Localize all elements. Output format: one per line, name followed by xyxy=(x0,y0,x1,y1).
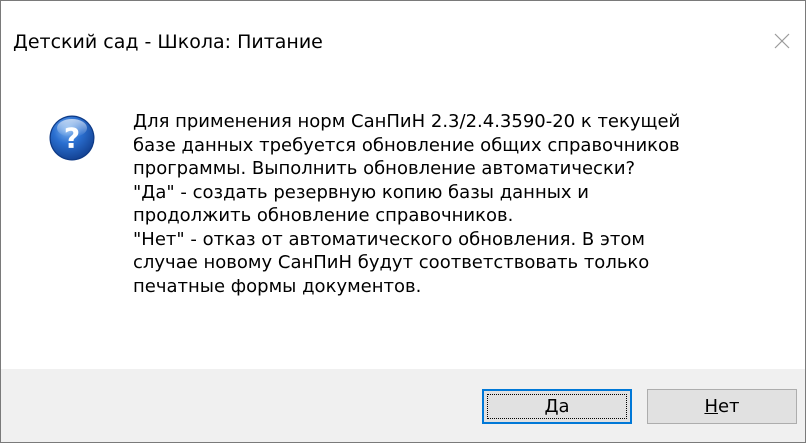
message-line: случае новому СанПиН будут соответствова… xyxy=(133,252,650,273)
yes-label-rest: а xyxy=(558,396,570,417)
dialog-content: ? Для применения норм СанПиН 2.3/2.4.359… xyxy=(1,83,805,369)
message-text: Для применения норм СанПиН 2.3/2.4.3590-… xyxy=(133,110,783,298)
message-line: продолжить обновление справочников. xyxy=(133,205,514,226)
svg-text:?: ? xyxy=(64,122,80,155)
message-line: "Нет" - отказ от автоматического обновле… xyxy=(133,228,645,250)
button-bar: Да Нет xyxy=(1,369,805,442)
no-label-rest: ет xyxy=(717,396,740,417)
message-line: программы. Выполнить обновление автомати… xyxy=(133,158,636,179)
window-title: Детский сад - Школа: Питание xyxy=(13,31,323,53)
message-line: Для применения норм СанПиН 2.3/2.4.3590-… xyxy=(133,111,681,132)
yes-button[interactable]: Да xyxy=(482,389,632,424)
no-accelerator-key: Н xyxy=(704,396,718,417)
close-icon xyxy=(774,33,790,49)
message-dialog: Детский сад - Школа: Питание ? Для приме… xyxy=(0,0,806,443)
yes-accelerator-key: Д xyxy=(544,396,559,417)
title-bar[interactable]: Детский сад - Школа: Питание xyxy=(1,1,805,83)
message-line: печатные формы документов. xyxy=(133,275,422,297)
no-button-label: Нет xyxy=(704,396,739,417)
no-button[interactable]: Нет xyxy=(647,389,797,424)
close-button[interactable] xyxy=(759,19,805,63)
yes-button-label: Да xyxy=(544,396,569,417)
message-line: "Да" - создать резервную копию базы данн… xyxy=(133,181,589,203)
message-line: базе данных требуется обновление общих с… xyxy=(133,134,680,156)
question-icon: ? xyxy=(49,115,95,161)
